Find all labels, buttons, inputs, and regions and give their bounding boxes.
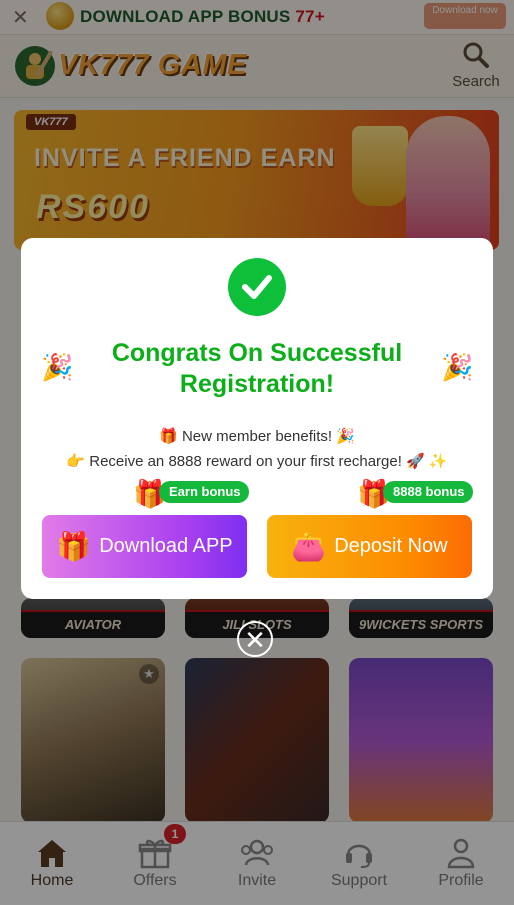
download-app-button[interactable]: 🎁 Download APP	[42, 515, 247, 578]
registration-success-modal: 🎉 🎉 Congrats On Successful Registration!…	[21, 238, 493, 599]
download-app-label: Download APP	[99, 535, 233, 557]
deposit-bonus-pill: 8888 bonus	[383, 481, 473, 503]
deposit-now-label: Deposit Now	[334, 535, 448, 557]
congrats-title: Congrats On Successful Registration!	[111, 339, 403, 398]
modal-close-button[interactable]: ✕	[237, 621, 273, 657]
confetti-emoji: 🎉	[336, 428, 355, 445]
earn-bonus-pill: Earn bonus	[159, 481, 249, 503]
benefit-line-2: 👉 Receive an 8888 reward on your first r…	[21, 452, 493, 470]
deposit-now-button[interactable]: 👛 Deposit Now	[267, 515, 472, 578]
benefit-text-1: New member benefits!	[181, 428, 333, 445]
gift-emoji: 🎁	[159, 428, 178, 445]
success-check-icon	[228, 258, 286, 316]
benefit-text-2: Receive an 8888 reward on your first rec…	[89, 453, 402, 470]
benefit-line-1: 🎁 New member benefits! 🎉	[21, 427, 493, 445]
gift-box-icon: 🎁	[56, 531, 92, 562]
point-right-emoji: 👉	[66, 453, 86, 470]
rocket-sparkles-emoji: 🚀 ✨	[406, 453, 448, 470]
wallet-icon: 👛	[291, 531, 327, 562]
nav-backdrop-shade	[0, 821, 514, 905]
